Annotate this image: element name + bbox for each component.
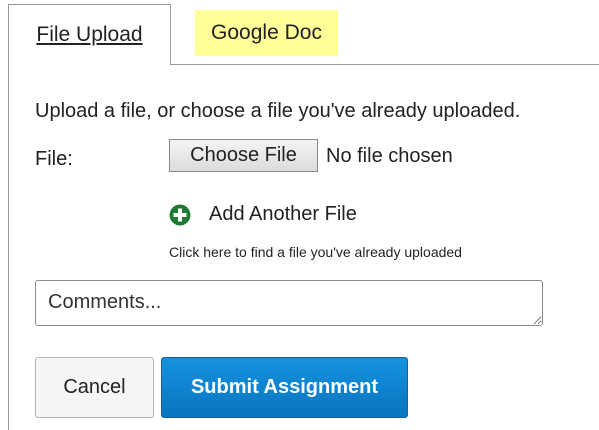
cancel-button[interactable]: Cancel xyxy=(35,357,154,418)
plus-circle-icon xyxy=(169,204,191,225)
file-label: File: xyxy=(35,148,73,170)
comments-textarea[interactable] xyxy=(35,280,543,326)
tab-google-doc[interactable]: Google Doc xyxy=(195,10,338,56)
tab-file-upload[interactable]: File Upload xyxy=(8,4,171,65)
assignment-submission-form: File Upload Google Doc Upload a file, or… xyxy=(0,0,599,430)
tab-file-upload-label: File Upload xyxy=(36,23,143,46)
no-file-chosen-text: No file chosen xyxy=(326,145,453,167)
tab-google-doc-label: Google Doc xyxy=(211,21,322,44)
add-another-file-link[interactable]: Add Another File xyxy=(169,203,357,226)
submit-assignment-button[interactable]: Submit Assignment xyxy=(161,357,408,418)
find-uploaded-file-link[interactable]: Click here to find a file you've already… xyxy=(169,244,462,260)
choose-file-button[interactable]: Choose File xyxy=(169,139,318,172)
add-another-file-label: Add Another File xyxy=(209,203,357,225)
upload-instructions: Upload a file, or choose a file you've a… xyxy=(35,100,521,122)
